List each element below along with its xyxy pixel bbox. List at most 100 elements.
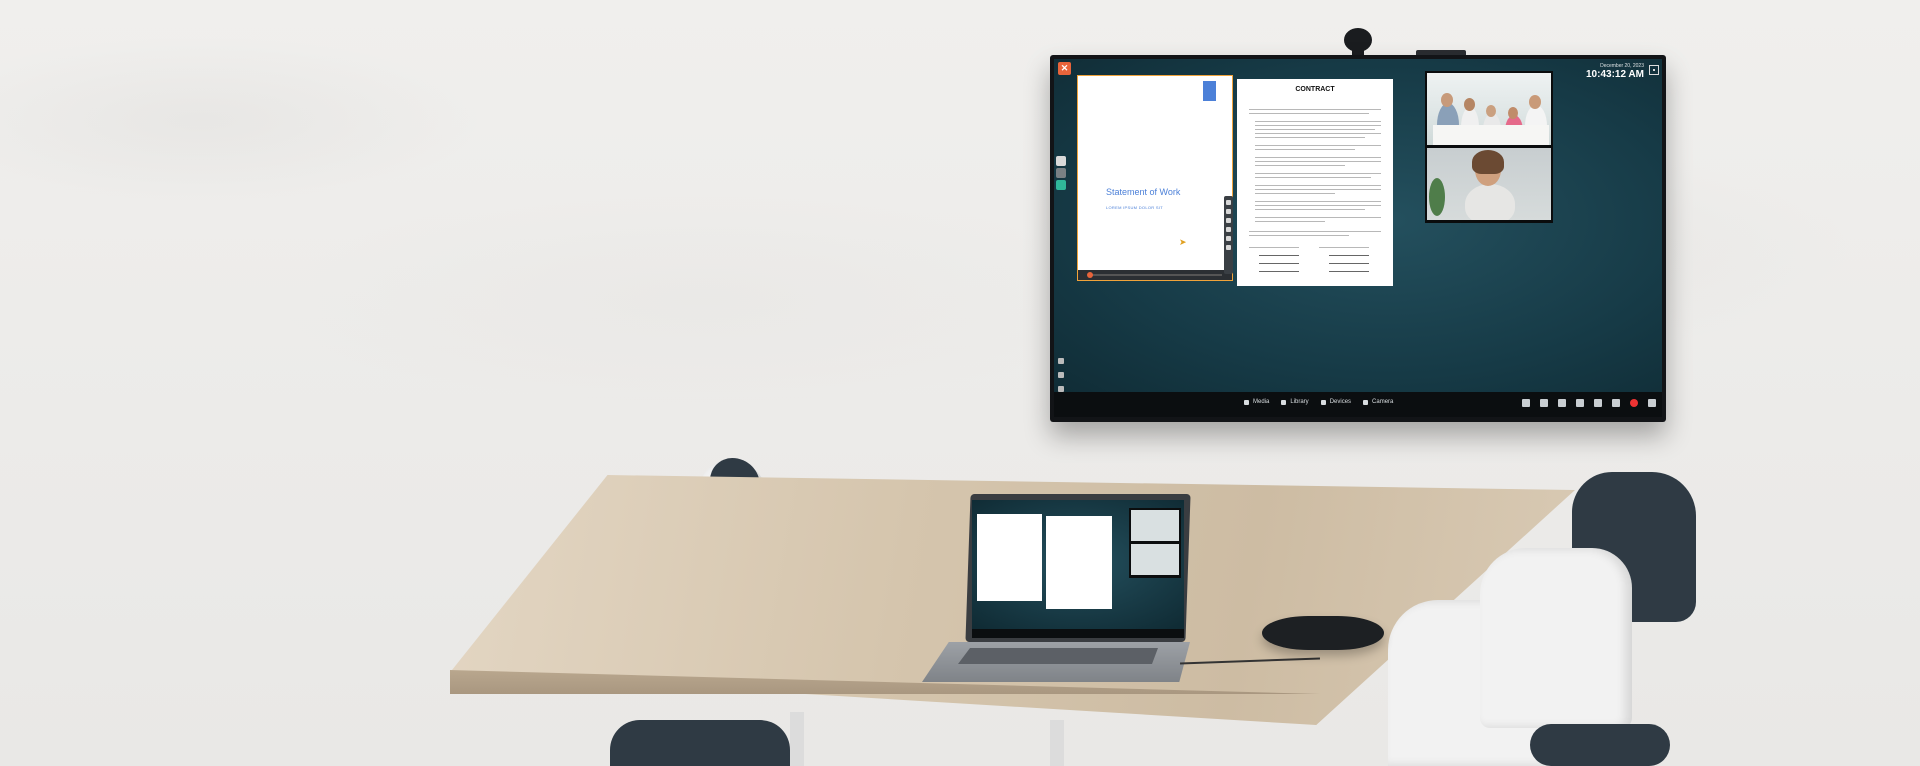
- scrubber-track: [1088, 274, 1222, 276]
- taskbar-library[interactable]: Library: [1281, 399, 1309, 405]
- participant: [1465, 184, 1515, 220]
- laptop-doc-right: [1046, 516, 1112, 609]
- signature-line: [1259, 263, 1299, 264]
- app-logo-icon[interactable]: ✕: [1058, 62, 1071, 75]
- text-line: [1255, 125, 1381, 126]
- taskbar-menu: Media Library Devices Camera: [1244, 399, 1393, 405]
- text-line: [1255, 161, 1381, 162]
- signature-line: [1329, 271, 1369, 272]
- laptop-screen: [972, 500, 1184, 638]
- participant-head: [1464, 98, 1475, 111]
- table-leg: [790, 712, 804, 766]
- text-line: [1255, 177, 1371, 178]
- doc-subtitle: LOREM IPSUM DOLOR SIT: [1106, 205, 1163, 210]
- participant-head: [1441, 93, 1453, 107]
- laptop-taskbar: [972, 629, 1184, 638]
- text-line: [1255, 193, 1335, 194]
- text-line: [1255, 149, 1355, 150]
- text-line: [1249, 235, 1349, 236]
- text-line: [1255, 217, 1381, 218]
- text-line: [1255, 133, 1381, 134]
- window-icon[interactable]: [1558, 399, 1566, 407]
- taskbar-devices[interactable]: Devices: [1320, 399, 1352, 405]
- signature-line: [1329, 263, 1369, 264]
- exit-icon[interactable]: [1648, 399, 1656, 407]
- clock-label: 10:43:12 AM: [1586, 69, 1644, 80]
- signature-line: [1259, 271, 1299, 272]
- taskbar-label: Camera: [1372, 399, 1394, 405]
- camera-icon: [1363, 399, 1369, 405]
- signature-line: [1319, 247, 1369, 248]
- laptop-video-tile: [1131, 544, 1179, 575]
- laptop-doc-left: [977, 514, 1042, 601]
- tv-screen: ✕ December 20, 2023 10:43:12 AM Statemen…: [1054, 59, 1662, 417]
- signature-line: [1249, 247, 1299, 248]
- doc-title: Statement of Work: [1106, 187, 1181, 197]
- back-icon[interactable]: [1058, 358, 1064, 364]
- statement-of-work-document[interactable]: Statement of Work LOREM IPSUM DOLOR SIT …: [1077, 75, 1233, 281]
- grid-layout-icon[interactable]: [1649, 65, 1659, 75]
- text-line: [1255, 201, 1381, 202]
- doc-accent-block: [1203, 81, 1216, 101]
- text-line: [1255, 145, 1381, 146]
- doc-scrubber[interactable]: [1078, 270, 1232, 280]
- undo-tool-icon[interactable]: [1226, 245, 1231, 250]
- text-line: [1249, 113, 1369, 114]
- eraser-tool-icon[interactable]: [1226, 218, 1231, 223]
- video-tile-single[interactable]: [1427, 148, 1551, 220]
- trash-icon[interactable]: [1058, 372, 1064, 378]
- user-button[interactable]: [1056, 168, 1066, 178]
- devices-icon: [1320, 399, 1326, 405]
- taskbar-label: Media: [1253, 399, 1270, 405]
- highlighter-tool-icon[interactable]: [1226, 209, 1231, 214]
- plant: [1429, 178, 1445, 216]
- folder-icon[interactable]: [1612, 399, 1620, 407]
- layout-icon[interactable]: [1522, 399, 1530, 407]
- participant-hair: [1472, 150, 1504, 174]
- taskbar-media[interactable]: Media: [1244, 399, 1269, 405]
- refresh-icon[interactable]: [1594, 399, 1602, 407]
- text-line: [1255, 185, 1381, 186]
- share-icon[interactable]: [1576, 399, 1584, 407]
- chair-right-middle: [1480, 548, 1632, 728]
- participant-head: [1508, 107, 1518, 119]
- participant-head: [1529, 95, 1541, 109]
- table-leg: [1050, 720, 1064, 766]
- text-line: [1249, 109, 1381, 110]
- media-icon: [1244, 399, 1249, 405]
- text-line: [1255, 189, 1381, 190]
- date-time: December 20, 2023 10:43:12 AM: [1586, 63, 1644, 80]
- taskbar-actions: [1522, 399, 1656, 407]
- contract-title: CONTRACT: [1295, 86, 1335, 93]
- laptop-video-tile: [1131, 510, 1179, 541]
- record-icon[interactable]: [1630, 399, 1638, 407]
- conference-table: [1433, 125, 1549, 145]
- taskbar-label: Devices: [1329, 399, 1352, 405]
- pen-button[interactable]: [1056, 180, 1066, 190]
- taskbar-camera[interactable]: Camera: [1363, 399, 1393, 405]
- text-line: [1255, 129, 1375, 130]
- bottom-taskbar: Media Library Devices Camera: [1054, 392, 1662, 417]
- taskbar-label: Library: [1290, 399, 1309, 405]
- participant-head: [1486, 105, 1496, 117]
- signature-line: [1329, 255, 1369, 256]
- library-icon: [1281, 399, 1287, 405]
- text-line: [1255, 121, 1381, 122]
- contract-document[interactable]: CONTRACT: [1237, 79, 1393, 286]
- text-tool-icon[interactable]: [1226, 236, 1231, 241]
- scrubber-knob[interactable]: [1087, 272, 1093, 278]
- conference-speaker: [1262, 616, 1384, 650]
- text-line: [1249, 231, 1381, 232]
- video-call-panel: [1425, 71, 1553, 223]
- text-line: [1255, 157, 1381, 158]
- left-toolbar: [1055, 154, 1067, 192]
- video-tile-group[interactable]: [1427, 73, 1551, 145]
- shape-tool-icon[interactable]: [1226, 227, 1231, 232]
- text-line: [1255, 137, 1365, 138]
- text-line: [1255, 209, 1365, 210]
- globe-button[interactable]: [1056, 156, 1066, 166]
- screenshot-icon[interactable]: [1540, 399, 1548, 407]
- pen-tool-icon[interactable]: [1226, 200, 1231, 205]
- date-label: December 20, 2023: [1600, 63, 1644, 69]
- laptop-video-panel: [1129, 508, 1181, 578]
